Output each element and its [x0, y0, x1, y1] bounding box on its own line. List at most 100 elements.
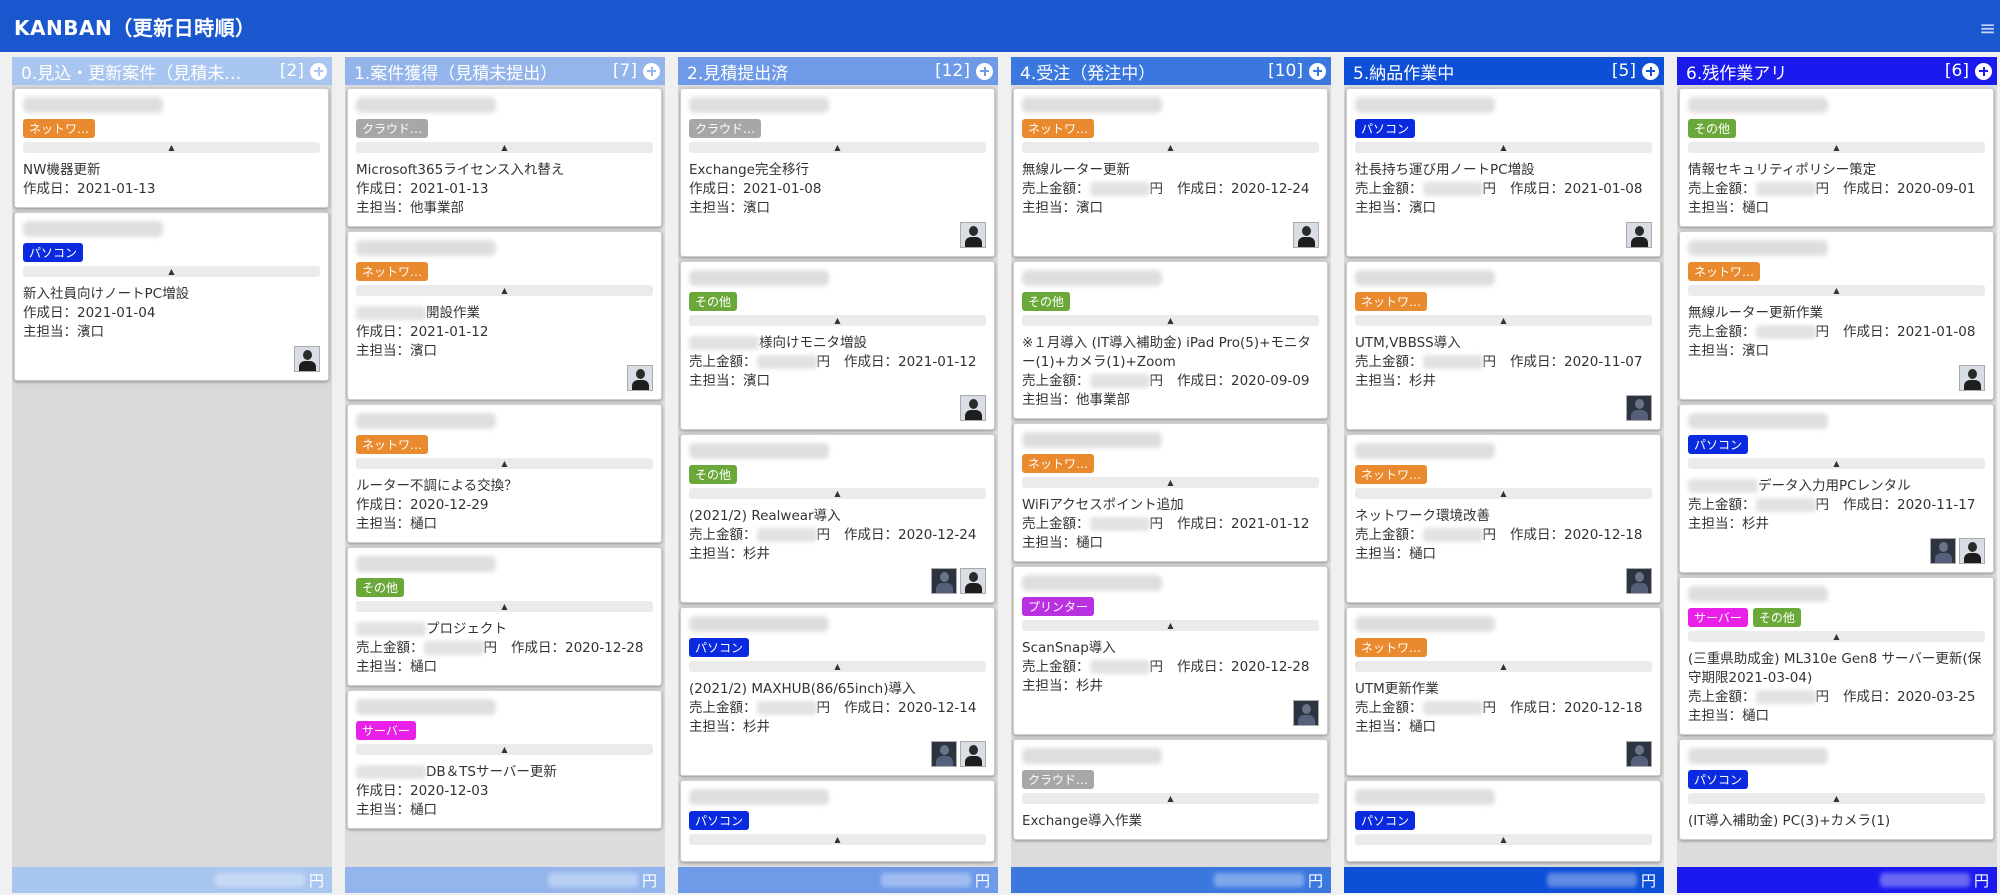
kanban-card[interactable]: ネットワ… ▲ ネットワーク環境改善 売上金額： 円作成日：2020-12-18 主担当：…: [1346, 434, 1661, 603]
kanban-card[interactable]: サーバー その他 ▲ (三重県助成金) ML310e Gen8 サーバー更新(保守期限…: [1679, 577, 1994, 735]
yen-unit: 円: [1815, 324, 1830, 340]
expand-toggle[interactable]: ▲: [23, 266, 320, 277]
avatar[interactable]: [1293, 700, 1319, 726]
expand-toggle[interactable]: ▲: [1355, 142, 1652, 153]
expand-toggle[interactable]: ▲: [1022, 142, 1319, 153]
kanban-card[interactable]: パソコン ▲: [1346, 780, 1661, 862]
expand-toggle[interactable]: ▲: [1355, 661, 1652, 672]
kanban-card[interactable]: ネットワ… ▲ UTM更新作業 売上金額： 円作成日：2020-12-18 主担当：樋口: [1346, 607, 1661, 776]
card-title: 無線ルーター更新: [1022, 161, 1319, 180]
kanban-card[interactable]: ネットワ… ▲ ルーター不調による交換？ 作成日：2020-12-29 主担当：樋口: [347, 404, 662, 543]
avatar[interactable]: [294, 346, 320, 372]
expand-toggle[interactable]: ▲: [689, 315, 986, 326]
kanban-card[interactable]: パソコン ▲ 新入社員向けノートPC増設 作成日：2021-01-04 主担当：濱口: [14, 212, 329, 381]
kanban-card[interactable]: サーバー ▲ DB＆TSサーバー更新 作成日：2020-12-03 主担当：樋口: [347, 690, 662, 829]
kanban-card[interactable]: パソコン ▲ (IT導入補助金) PC(3)+カメラ(1): [1679, 739, 1994, 840]
avatar[interactable]: [1959, 538, 1985, 564]
kanban-card[interactable]: プリンター ▲ ScanSnap導入 売上金額： 円作成日：2020-12-28 主担当：…: [1013, 566, 1328, 735]
avatar[interactable]: [960, 568, 986, 594]
kanban-card[interactable]: クラウド… ▲ Microsoft365ライセンス入れ替え 作成日：2021-01-1…: [347, 88, 662, 227]
created-date: 作成日：2020-12-28: [1177, 659, 1310, 675]
add-card-icon[interactable]: [643, 62, 660, 80]
expand-toggle[interactable]: ▲: [1355, 488, 1652, 499]
sales-line: 売上金額： 円作成日：2021-01-08: [1355, 180, 1652, 199]
kanban-card[interactable]: ネットワ… ▲ NW機器更新 作成日：2021-01-13: [14, 88, 329, 208]
category-tag: その他: [1022, 292, 1071, 311]
expand-toggle[interactable]: ▲: [1022, 620, 1319, 631]
kanban-card[interactable]: ネットワ… ▲ WiFiアクセスポイント追加 売上金額： 円作成日：2021-01-12…: [1013, 423, 1328, 562]
expand-toggle[interactable]: ▲: [1355, 315, 1652, 326]
add-card-icon[interactable]: [1309, 62, 1326, 80]
kanban-card[interactable]: パソコン ▲ (2021/2) MAXHUB(86/65inch)導入 売上金額： 円作…: [680, 607, 995, 776]
expand-toggle[interactable]: ▲: [689, 488, 986, 499]
menu-icon[interactable]: ≡: [1979, 16, 1996, 40]
kanban-card[interactable]: その他 ▲ プロジェクト 売上金額： 円作成日：2020-12-28 主担当：樋口: [347, 547, 662, 686]
avatar[interactable]: [960, 395, 986, 421]
caret-up-icon: ▲: [1500, 489, 1507, 498]
avatar[interactable]: [1626, 395, 1652, 421]
expand-toggle[interactable]: ▲: [1022, 793, 1319, 804]
expand-toggle[interactable]: ▲: [1355, 834, 1652, 845]
category-tag: ネットワ…: [23, 119, 96, 138]
kanban-card[interactable]: ネットワ… ▲ UTM,VBBSS導入 売上金額： 円作成日：2020-11-07 主担当…: [1346, 261, 1661, 430]
expand-toggle[interactable]: ▲: [356, 142, 653, 153]
kanban-column: 5.納品作業中 [5] パソコン ▲ 社長持ち運び用ノートPC増設 売上金額：円作成日：2…: [1344, 57, 1664, 893]
card-title: (2021/2) MAXHUB(86/65inch)導入: [689, 680, 986, 699]
kanban-card[interactable]: パソコン ▲: [680, 780, 995, 862]
kanban-card[interactable]: パソコン ▲ データ入力用PCレンタル 売上金額： 円作成日：2020-11-17 主担当…: [1679, 404, 1994, 573]
expand-toggle[interactable]: ▲: [1688, 458, 1985, 469]
card-meta-line: 主担当：濱口: [1355, 200, 1436, 216]
blurred-amount: [1422, 182, 1483, 196]
kanban-card[interactable]: ネットワ… ▲ 開設作業 作成日：2021-01-12 主担当：濱口: [347, 231, 662, 400]
expand-toggle[interactable]: ▲: [689, 834, 986, 845]
expand-toggle[interactable]: ▲: [356, 601, 653, 612]
expand-toggle[interactable]: ▲: [1022, 315, 1319, 326]
caret-up-icon: ▲: [1833, 143, 1840, 152]
add-card-icon[interactable]: [1642, 62, 1659, 80]
caret-up-icon: ▲: [834, 489, 841, 498]
blurred-client-name: [23, 97, 163, 113]
expand-toggle[interactable]: ▲: [1688, 631, 1985, 642]
kanban-card[interactable]: クラウド… ▲ Exchange導入作業: [1013, 739, 1328, 840]
sales-label: 売上金額：: [1688, 497, 1756, 513]
sales-line: 売上金額： 円作成日：2020-12-24: [689, 526, 986, 545]
avatar[interactable]: [931, 568, 957, 594]
expand-toggle[interactable]: ▲: [1022, 477, 1319, 488]
expand-toggle[interactable]: ▲: [1688, 142, 1985, 153]
add-card-icon[interactable]: [1975, 62, 1992, 80]
expand-toggle[interactable]: ▲: [1688, 285, 1985, 296]
avatar[interactable]: [931, 741, 957, 767]
column-header: 0.見込・更新案件（見積未… [2]: [12, 57, 332, 85]
expand-toggle[interactable]: ▲: [689, 142, 986, 153]
kanban-card[interactable]: その他 ▲ 情報セキュリティポリシー策定 売上金額： 円作成日：2020-09-01 主担…: [1679, 88, 1994, 227]
kanban-card[interactable]: ネットワ… ▲ 無線ルーター更新 売上金額： 円作成日：2020-12-24 主担当：濱口: [1013, 88, 1328, 257]
sales-label: 売上金額：: [1355, 700, 1423, 716]
avatar[interactable]: [1930, 538, 1956, 564]
sales-label: 売上金額：: [689, 527, 757, 543]
kanban-card[interactable]: パソコン ▲ 社長持ち運び用ノートPC増設 売上金額： 円作成日：2021-01-08 主…: [1346, 88, 1661, 257]
kanban-card[interactable]: その他 ▲ ※１月導入 (IT導入補助金) iPad Pro(5)+モニター(1)+…: [1013, 261, 1328, 419]
expand-toggle[interactable]: ▲: [689, 661, 986, 672]
blurred-amount: [1755, 498, 1816, 512]
kanban-card[interactable]: ネットワ… ▲ 無線ルーター更新作業 売上金額： 円作成日：2021-01-08 主担当：…: [1679, 231, 1994, 400]
avatar[interactable]: [1959, 365, 1985, 391]
avatar[interactable]: [1626, 568, 1652, 594]
kanban-card[interactable]: その他 ▲ 様向けモニタ増設 売上金額： 円作成日：2021-01-12 主担当：濱口: [680, 261, 995, 430]
expand-toggle[interactable]: ▲: [23, 142, 320, 153]
avatar[interactable]: [627, 365, 653, 391]
expand-toggle[interactable]: ▲: [356, 744, 653, 755]
add-card-icon[interactable]: [310, 62, 327, 80]
add-card-icon[interactable]: [976, 62, 993, 80]
avatar[interactable]: [1293, 222, 1319, 248]
avatar[interactable]: [1626, 222, 1652, 248]
yen-unit: 円: [816, 354, 831, 370]
expand-toggle[interactable]: ▲: [1688, 793, 1985, 804]
card-meta-line: 主担当：濱口: [1022, 200, 1103, 216]
avatar[interactable]: [1626, 741, 1652, 767]
avatar[interactable]: [960, 741, 986, 767]
expand-toggle[interactable]: ▲: [356, 458, 653, 469]
kanban-card[interactable]: その他 ▲ (2021/2) Realwear導入 売上金額： 円作成日：2020-12…: [680, 434, 995, 603]
kanban-card[interactable]: クラウド… ▲ Exchange完全移行 作成日：2021-01-08 主担当：濱口: [680, 88, 995, 257]
expand-toggle[interactable]: ▲: [356, 285, 653, 296]
avatar[interactable]: [960, 222, 986, 248]
